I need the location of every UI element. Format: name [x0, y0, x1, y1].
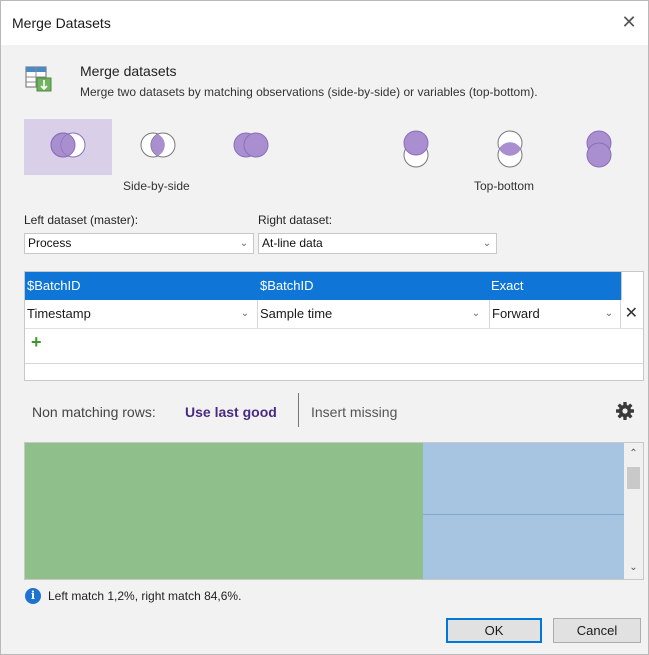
venn-left-icon — [50, 132, 86, 158]
chevron-down-icon[interactable]: ⌄ — [468, 304, 484, 324]
chevron-down-icon[interactable]: ⌄ — [624, 559, 643, 577]
mode-top-bottom-full[interactable] — [554, 119, 642, 175]
close-icon[interactable]: ✕ — [616, 9, 642, 35]
venn-top-icon — [403, 130, 429, 168]
chevron-down-icon[interactable]: ⌄ — [601, 304, 617, 324]
vertical-scrollbar[interactable]: ⌃ ⌄ — [624, 443, 643, 579]
table-row[interactable]: Timestamp ⌄ Sample time ⌄ Forward ⌄ ✕ — [25, 300, 643, 329]
merge-datasets-icon — [25, 66, 52, 92]
divider — [25, 363, 643, 364]
delete-row-icon[interactable]: ✕ — [625, 300, 638, 328]
dialog-title: Merge Datasets — [12, 15, 111, 31]
match-keys-table: $BatchID $BatchID Exact Timestamp ⌄ Samp… — [24, 271, 644, 381]
ok-button[interactable]: OK — [446, 618, 542, 643]
mode-side-by-side-full[interactable] — [207, 119, 295, 175]
info-icon: i — [25, 588, 41, 604]
mode-side-by-side-inner[interactable] — [114, 119, 202, 175]
table-row-selected[interactable]: $BatchID $BatchID Exact — [25, 272, 643, 300]
right-dataset-value: At-line data — [262, 236, 323, 250]
venn-vertical-full-icon — [586, 130, 612, 168]
chevron-up-icon[interactable]: ⌃ — [624, 445, 643, 463]
mode-top-bottom-top[interactable] — [371, 119, 459, 175]
header-title: Merge datasets — [80, 63, 177, 79]
left-dataset-value: Process — [28, 236, 72, 250]
divider — [298, 393, 299, 427]
merge-datasets-dialog: Merge Datasets ✕ Merge datasets Merge tw… — [0, 0, 649, 655]
header-subtitle: Merge two datasets by matching observati… — [80, 85, 538, 99]
left-key-select[interactable]: Timestamp — [25, 300, 258, 328]
scrollbar-thumb[interactable] — [627, 467, 640, 489]
right-key-select[interactable]: Sample time — [258, 300, 490, 328]
chevron-down-icon: ⌄ — [482, 238, 492, 249]
gear-icon[interactable] — [615, 401, 635, 421]
use-last-good-option[interactable]: Use last good — [185, 404, 277, 420]
left-dataset-label: Left dataset (master): — [24, 213, 139, 227]
left-dataset-select[interactable]: Process ⌄ — [24, 233, 254, 254]
right-dataset-label: Right dataset: — [258, 213, 333, 227]
match-preview: ⌃ ⌄ — [24, 442, 644, 580]
venn-vertical-inner-icon — [497, 130, 523, 168]
top-bottom-label: Top-bottom — [474, 179, 535, 193]
cancel-button[interactable]: Cancel — [553, 618, 641, 643]
match-status-text: Left match 1,2%, right match 84,6%. — [48, 589, 242, 603]
right-key-cell: $BatchID — [260, 278, 314, 293]
left-key-cell: $BatchID — [27, 278, 81, 293]
left-match-area — [25, 443, 423, 579]
venn-inner-icon — [140, 132, 176, 158]
method-cell: Exact — [491, 278, 524, 293]
chevron-down-icon: ⌄ — [239, 238, 249, 249]
insert-missing-option[interactable]: Insert missing — [311, 404, 397, 420]
mode-side-by-side-left[interactable] — [24, 119, 112, 175]
right-match-area-lower — [423, 515, 624, 579]
chevron-down-icon[interactable]: ⌄ — [237, 304, 253, 324]
right-match-area — [423, 443, 624, 515]
non-matching-label: Non matching rows: — [32, 404, 156, 420]
side-by-side-label: Side-by-side — [123, 179, 190, 193]
mode-top-bottom-inner[interactable] — [465, 119, 553, 175]
title-bar: Merge Datasets ✕ — [1, 1, 648, 45]
add-row-icon[interactable]: + — [31, 332, 42, 352]
venn-full-icon — [233, 132, 269, 158]
row-action-cell — [621, 272, 643, 300]
right-dataset-select[interactable]: At-line data ⌄ — [258, 233, 497, 254]
